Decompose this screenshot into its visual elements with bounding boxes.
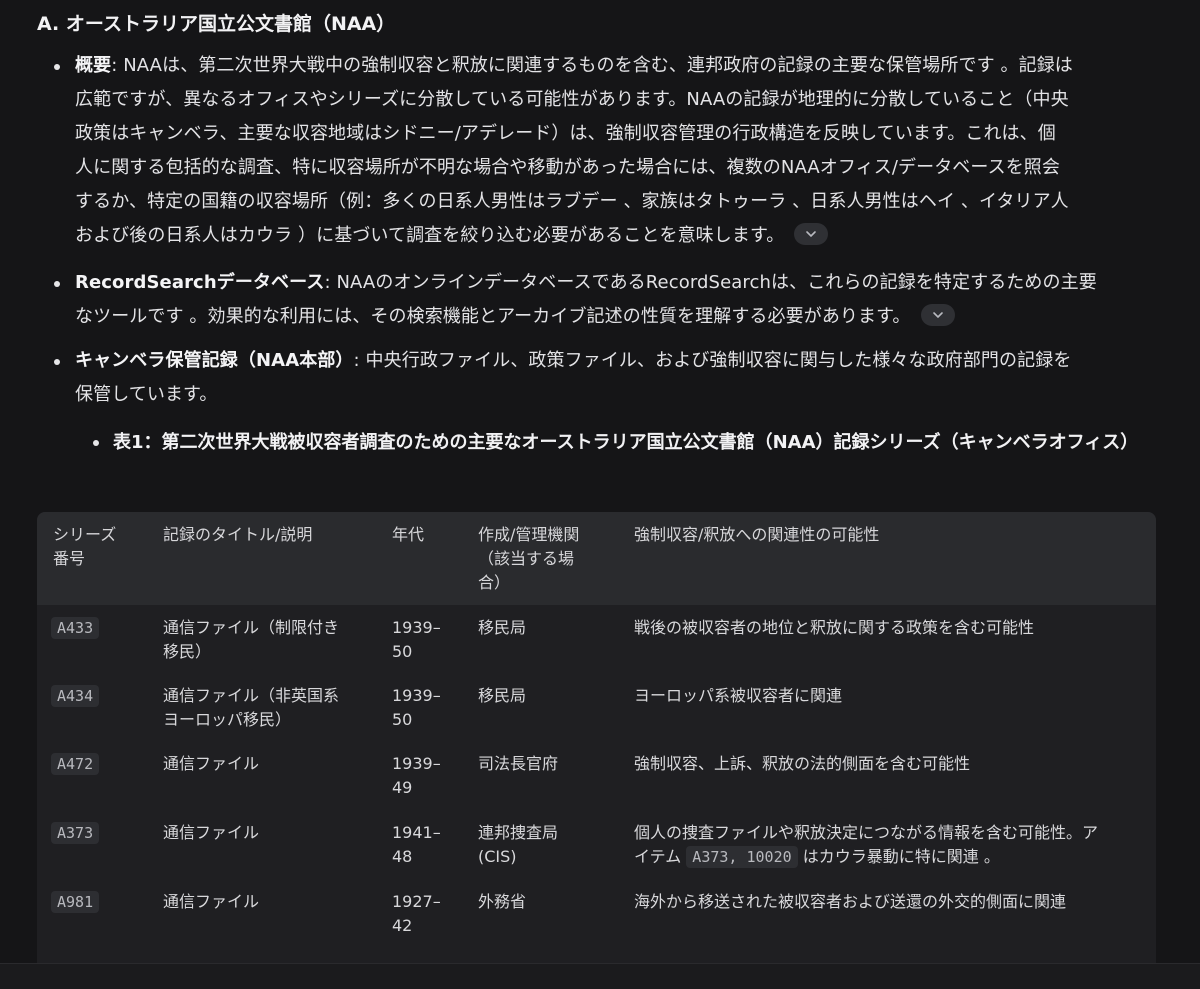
cell-agency: 移民局	[478, 618, 527, 637]
header-series: シリーズ 番号	[53, 525, 117, 568]
records-table: シリーズ 番号 記録のタイトル/説明 年代 作成/管理機関 （該当する場 合） 強制収…	[37, 512, 1156, 963]
cell-years: 1941– 48	[392, 823, 441, 866]
cell-title: 通信ファイル（非英国系 ヨーロッパ移民）	[163, 686, 340, 729]
horizontal-scrollbar[interactable]	[0, 963, 1200, 989]
cell-title: 通信ファイル	[163, 892, 260, 911]
cell-series: A433	[51, 616, 100, 640]
cell-agency: 司法長官府	[478, 754, 559, 773]
bullet-text: キャンベラ保管記録（NAA本部）: 中央行政ファイル、政策ファイル、および強制収…	[75, 350, 1072, 405]
header-title: 記録のタイトル/説明	[163, 525, 313, 544]
cell-series: A373	[51, 821, 100, 845]
header-relevance: 強制収容/釈放への関連性の可能性	[634, 525, 880, 544]
bullet-dot	[54, 281, 60, 287]
cell-relevance: 強制収容、上訴、釈放の法的側面を含む可能性	[634, 754, 971, 773]
cell-series: A981	[51, 890, 100, 914]
table-title: 表1：第二次世界大戦被収容者調査のための主要なオーストラリア国立公文書館（NAA…	[113, 432, 1139, 453]
cell-title: 通信ファイル	[163, 823, 260, 842]
cell-relevance: 個人の捜査ファイルや釈放決定につながる情報を含む可能性。ア イテム A373, …	[634, 823, 1099, 868]
cell-years: 1939– 50	[392, 686, 441, 729]
cell-agency: 外務省	[478, 892, 527, 911]
chevron-down-icon	[806, 231, 817, 238]
bullet-label: キャンベラ保管記録（NAA本部）	[75, 350, 354, 371]
cell-relevance: ヨーロッパ系被収容者に関連	[634, 686, 843, 705]
cell-years: 1939– 50	[392, 618, 441, 661]
table-header: シリーズ 番号 記録のタイトル/説明 年代 作成/管理機関 （該当する場 合） 強制収…	[37, 512, 1156, 605]
expand-button[interactable]	[794, 223, 829, 245]
cell-agency: 連邦捜査局 (CIS)	[478, 823, 559, 866]
expand-button[interactable]	[920, 304, 955, 326]
cell-title: 通信ファイル（制限付き 移民）	[163, 618, 340, 661]
bullet-dot	[54, 359, 60, 365]
cell-title: 通信ファイル	[163, 754, 260, 773]
cell-relevance: 戦後の被収容者の地位と釈放に関する政策を含む可能性	[634, 618, 1035, 637]
bullet-label: 概要	[75, 55, 112, 76]
sub-bullet-dot	[93, 440, 99, 446]
bullet-text: RecordSearchデータベース: NAAのオンラインデータベースであるRe…	[75, 272, 1097, 327]
cell-series: A434	[51, 684, 100, 708]
section-heading: A. オーストラリア国立公文書館（NAA）	[37, 13, 396, 35]
chevron-down-icon	[932, 312, 943, 319]
bullet-dot	[54, 64, 60, 70]
inline-code: A373, 10020	[686, 846, 798, 868]
header-years: 年代	[392, 525, 425, 544]
cell-series: A472	[51, 752, 100, 776]
cell-agency: 移民局	[478, 686, 527, 705]
cell-years: 1939– 49	[392, 754, 441, 797]
bullet-label: RecordSearchデータベース	[75, 272, 325, 293]
bullet-text: 概要: NAAは、第二次世界大戦中の強制収容と釈放に関連するものを含む、連邦政府…	[75, 55, 1073, 246]
cell-years: 1927– 42	[392, 892, 441, 935]
document-content: A. オーストラリア国立公文書館（NAA） 概要: NAAは、第二次世界大戦中の…	[0, 0, 1200, 963]
header-agency: 作成/管理機関 （該当する場 合）	[478, 525, 580, 592]
cell-relevance: 海外から移送された被収容者および送還の外交的側面に関連	[634, 892, 1067, 911]
